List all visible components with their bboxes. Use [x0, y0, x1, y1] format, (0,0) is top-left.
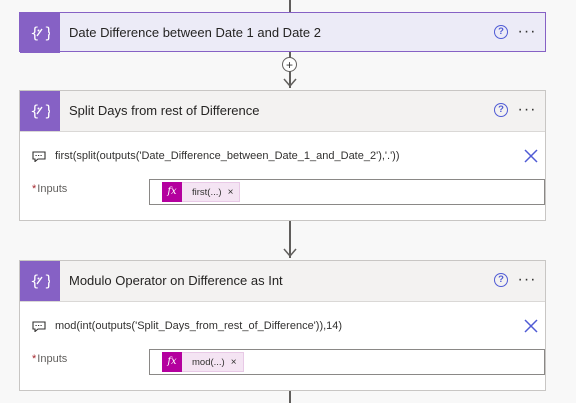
arrow-down-icon — [283, 248, 297, 258]
inputs-label: *Inputs — [32, 183, 67, 195]
variable-expression-icon: {} — [20, 261, 60, 301]
card-title: Split Days from rest of Difference — [69, 103, 260, 118]
card-header[interactable]: {} Split Days from rest of Difference ? … — [20, 91, 545, 132]
close-icon[interactable] — [523, 318, 539, 334]
more-options-icon[interactable]: ··· — [516, 269, 538, 291]
required-marker: * — [32, 353, 37, 365]
inputs-label-text: Inputs — [37, 183, 68, 195]
variable-expression-icon: {} — [20, 13, 60, 53]
expression-text: first(split(outputs('Date_Difference_bet… — [55, 150, 400, 162]
help-icon[interactable]: ? — [494, 25, 508, 39]
svg-text:}: } — [44, 102, 50, 120]
connector-line — [289, 391, 291, 403]
card-title: Date Difference between Date 1 and Date … — [69, 25, 321, 40]
card-header[interactable]: {} Date Difference between Date 1 and Da… — [19, 12, 546, 53]
action-card-date-difference[interactable]: {} Date Difference between Date 1 and Da… — [19, 12, 546, 53]
arrow-down-icon — [283, 78, 297, 88]
card-body: mod(int(outputs('Split_Days_from_rest_of… — [20, 302, 545, 392]
svg-text:}: } — [44, 272, 50, 290]
inputs-label: *Inputs — [32, 353, 67, 365]
help-icon[interactable]: ? — [494, 103, 508, 117]
action-card-split-days[interactable]: {} Split Days from rest of Difference ? … — [19, 90, 546, 221]
token-label: first(...) — [192, 186, 222, 198]
expression-token[interactable]: fx first(...) × — [162, 181, 241, 202]
card-body: first(split(outputs('Date_Difference_bet… — [20, 132, 545, 222]
insert-step-button[interactable]: + — [282, 57, 297, 72]
required-marker: * — [32, 183, 37, 195]
svg-text:{: { — [30, 272, 40, 290]
variable-expression-icon: {} — [20, 91, 60, 131]
help-icon[interactable]: ? — [494, 273, 508, 287]
comment-icon[interactable] — [32, 151, 46, 162]
svg-text:}: } — [44, 24, 50, 42]
card-header[interactable]: {} Modulo Operator on Difference as Int … — [20, 261, 545, 302]
inputs-field[interactable]: fx mod(...) × — [149, 349, 545, 375]
remove-token-button[interactable]: × — [231, 357, 243, 368]
token-label: mod(...) — [192, 356, 225, 368]
more-options-icon[interactable]: ··· — [516, 21, 538, 43]
action-card-modulo[interactable]: {} Modulo Operator on Difference as Int … — [19, 260, 546, 391]
remove-token-button[interactable]: × — [228, 187, 240, 198]
close-icon[interactable] — [523, 148, 539, 164]
expression-text: mod(int(outputs('Split_Days_from_rest_of… — [55, 320, 343, 332]
fx-icon: fx — [162, 351, 182, 372]
more-options-icon[interactable]: ··· — [516, 99, 538, 121]
svg-text:{: { — [30, 102, 40, 120]
inputs-label-text: Inputs — [37, 353, 68, 365]
inputs-field[interactable]: fx first(...) × — [149, 179, 545, 205]
comment-icon[interactable] — [32, 321, 46, 332]
svg-text:{: { — [30, 24, 40, 42]
expression-token[interactable]: fx mod(...) × — [162, 351, 244, 372]
card-title: Modulo Operator on Difference as Int — [69, 273, 283, 288]
fx-icon: fx — [162, 181, 182, 202]
